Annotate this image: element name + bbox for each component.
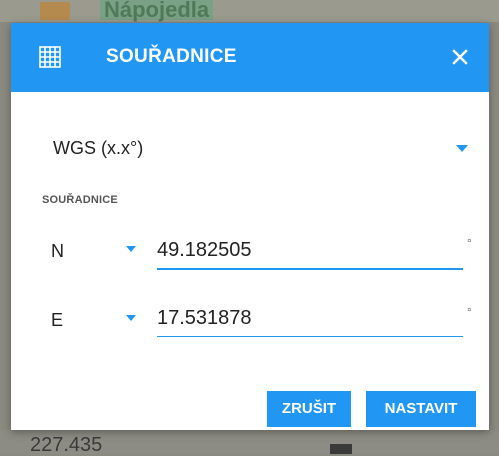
background-app-header <box>0 0 499 22</box>
cancel-button[interactable]: ZRUŠIT <box>267 391 351 427</box>
background-place-name: Nápojedla <box>100 0 214 21</box>
grid-icon <box>39 46 61 68</box>
dropdown-arrow-icon <box>126 315 136 321</box>
dropdown-arrow-icon <box>456 145 468 152</box>
latitude-label: N <box>51 241 64 261</box>
longitude-unit: ° <box>467 305 472 319</box>
dialog-title: SOUŘADNICE <box>106 46 237 67</box>
dropdown-arrow-icon <box>126 246 136 252</box>
latitude-input[interactable] <box>157 232 463 270</box>
latitude-direction-toggle[interactable] <box>122 239 142 259</box>
background-marker <box>330 444 352 454</box>
dialog-titlebar: SOUŘADNICE <box>11 23 489 92</box>
coordinate-format-value: WGS (x.x°) <box>53 138 144 158</box>
latitude-unit: ° <box>467 236 472 250</box>
coordinates-dialog: SOUŘADNICE WGS (x.x°) SOUŘADNICE N ° E °… <box>11 23 489 430</box>
confirm-button[interactable]: NASTAVIT <box>366 391 476 427</box>
longitude-input[interactable] <box>157 300 463 337</box>
close-icon[interactable] <box>448 45 472 69</box>
longitude-label: E <box>51 310 64 330</box>
coordinates-section-label: SOUŘADNICE <box>42 194 118 206</box>
longitude-direction-toggle[interactable] <box>122 308 142 328</box>
background-app-icon <box>40 2 70 20</box>
coordinate-format-select[interactable]: WGS (x.x°) <box>38 128 478 168</box>
background-value: 227.435 <box>30 434 103 456</box>
